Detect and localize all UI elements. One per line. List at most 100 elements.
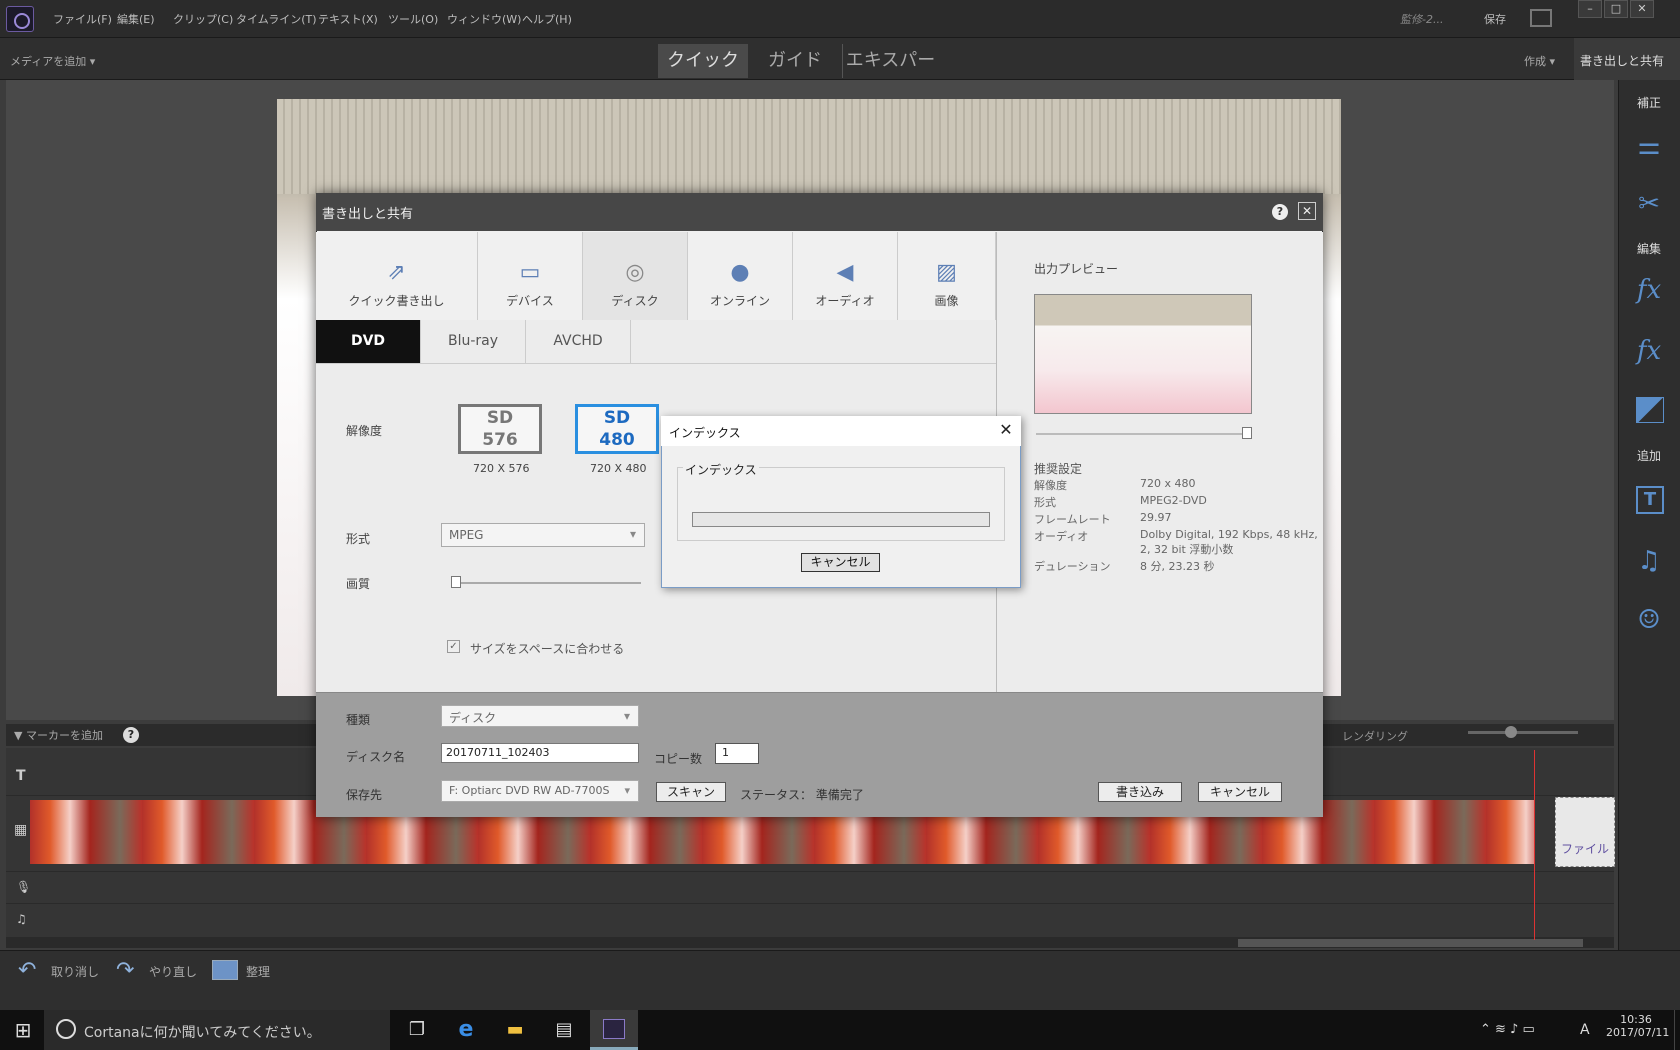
undo-icon[interactable]: ↶ <box>18 958 36 983</box>
quality-slider-thumb[interactable] <box>451 576 461 588</box>
ime-indicator[interactable]: A <box>1580 1022 1590 1038</box>
emoji-icon[interactable]: ☺ <box>1632 603 1666 637</box>
organizer-icon[interactable] <box>212 960 238 980</box>
index-cancel-button[interactable]: キャンセル <box>801 553 880 572</box>
maximize-icon[interactable]: □ <box>1604 0 1628 18</box>
title-track-icon: T <box>16 768 26 784</box>
add-media-button[interactable]: メディアを追加 ▾ <box>10 53 95 69</box>
subtab-bluray[interactable]: Blu-ray <box>421 320 526 363</box>
prop-duration-value: 8 分, 23.23 秒 <box>1140 560 1215 573</box>
menu-text[interactable]: テキスト(X) <box>318 11 378 27</box>
format-select[interactable]: MPEG <box>441 523 645 547</box>
sd576-option[interactable]: SD 576 <box>458 404 542 454</box>
fit-size-checkbox[interactable]: ✓ <box>447 640 460 653</box>
type-select[interactable]: ディスク <box>441 705 639 727</box>
prop-framerate-key: フレームレート <box>1034 513 1111 526</box>
save-menu[interactable]: 保存 <box>1484 11 1506 27</box>
resolution-label: 解像度 <box>346 424 383 438</box>
type-label: 種類 <box>346 713 371 727</box>
app-logo[interactable] <box>6 6 34 32</box>
menu-timeline[interactable]: タイムライン(T) <box>236 11 317 27</box>
file-explorer-icon[interactable]: ▬ <box>502 1018 528 1042</box>
tab-device-label: デバイス <box>506 294 554 308</box>
minimize-icon[interactable]: – <box>1578 0 1602 18</box>
tab-quick[interactable]: クイック <box>658 44 748 78</box>
tab-audio[interactable]: ◀ オーディオ <box>793 232 898 320</box>
adjust-label: 補正 <box>1636 96 1661 110</box>
undo-button[interactable]: 取り消し <box>51 963 99 980</box>
speaker-icon: ◀ <box>836 260 854 285</box>
menu-window[interactable]: ウィンドウ(W) <box>447 11 521 27</box>
tab-device[interactable]: ▭ デバイス <box>478 232 583 320</box>
export-share-button[interactable]: 書き出しと共有 <box>1574 38 1680 80</box>
fx-edit-icon[interactable]: fx <box>1632 273 1666 307</box>
dialog-help-icon[interactable]: ? <box>1272 204 1288 220</box>
fx-icon[interactable]: fx <box>1632 334 1666 368</box>
disc-name-label: ディスク名 <box>346 750 406 764</box>
output-preview-thumbnail <box>1034 294 1252 414</box>
cortana-icon <box>56 1019 76 1039</box>
tools-icon[interactable]: ✂ <box>1632 187 1666 221</box>
timeline-scrollbar[interactable] <box>6 938 1614 948</box>
index-progress-bar <box>692 512 990 527</box>
music-icon[interactable]: ♫ <box>1632 544 1666 578</box>
task-view-icon[interactable]: ❐ <box>404 1018 430 1042</box>
tab-quick-export-label: クイック書き出し <box>348 294 445 308</box>
clock-date: 2017/07/11 <box>1606 1026 1670 1039</box>
write-button[interactable]: 書き込み <box>1098 782 1182 802</box>
rendering-button[interactable]: レンダリング <box>1342 728 1408 744</box>
quality-label: 画質 <box>346 577 371 591</box>
windows-start-icon[interactable]: ⊞ <box>10 1018 36 1042</box>
store-icon[interactable]: ▤ <box>551 1018 577 1042</box>
index-groupbox <box>677 467 1005 541</box>
quality-slider[interactable] <box>451 576 641 588</box>
subtab-avchd[interactable]: AVCHD <box>526 320 631 363</box>
menu-clip[interactable]: クリップ(C) <box>173 11 233 27</box>
menu-edit[interactable]: 編集(E) <box>117 11 155 27</box>
cortana-search-text: Cortanaに何か聞いてみてください。 <box>84 1025 321 1041</box>
close-icon[interactable]: ✕ <box>1630 0 1654 18</box>
dialog-cancel-button[interactable]: キャンセル <box>1198 782 1282 802</box>
dialog-close-icon[interactable]: ✕ <box>1298 202 1316 220</box>
add-marker-button[interactable]: ▼ マーカーを追加 <box>14 727 103 743</box>
title-text-icon[interactable]: T <box>1636 486 1664 514</box>
clock[interactable]: 10:36 2017/07/11 <box>1606 1013 1670 1039</box>
redo-icon[interactable]: ↷ <box>116 958 134 983</box>
tab-guide[interactable]: ガイド <box>760 44 830 78</box>
transition-icon[interactable] <box>1636 397 1664 423</box>
premiere-elements-taskbar-button[interactable] <box>590 1010 638 1050</box>
quick-export-icon: ⇗ <box>387 260 406 285</box>
menu-help[interactable]: ヘルプ(H) <box>522 11 572 27</box>
sd576-caption: 720 X 576 <box>473 462 530 475</box>
index-close-icon[interactable]: ✕ <box>996 420 1016 440</box>
copies-input[interactable]: 1 <box>715 743 759 764</box>
drop-file-placeholder[interactable]: ファイル <box>1555 797 1615 867</box>
organize-button[interactable]: 整理 <box>246 963 270 980</box>
save-to-select[interactable]: F: Optiarc DVD RW AD-7700S <box>441 780 639 802</box>
create-button[interactable]: 作成 ▾ <box>1524 53 1555 69</box>
preview-scrubber-thumb[interactable] <box>1242 427 1252 439</box>
mic-icon: 🎙 <box>16 880 32 894</box>
playhead[interactable] <box>1534 750 1535 940</box>
tray-icons[interactable]: ⌃ ≋ ♪ ▭ <box>1480 1022 1535 1037</box>
adjust-sliders-icon[interactable]: ⚌ <box>1632 129 1666 163</box>
copies-label: コピー数 <box>654 752 703 766</box>
menu-tools[interactable]: ツール(O) <box>388 11 438 27</box>
sd480-option[interactable]: SD 480 <box>575 404 659 454</box>
tab-online[interactable]: ● オンライン <box>688 232 793 320</box>
zoom-slider[interactable] <box>1468 726 1578 738</box>
scan-button[interactable]: スキャン <box>656 782 726 802</box>
subtab-dvd[interactable]: DVD <box>316 320 421 363</box>
disc-name-input[interactable]: 20170711_102403 <box>441 743 639 763</box>
menu-file[interactable]: ファイル(F) <box>53 11 112 27</box>
preview-scrubber[interactable] <box>1036 427 1252 439</box>
fullscreen-icon[interactable] <box>1530 9 1552 27</box>
edge-icon[interactable]: e <box>453 1018 479 1042</box>
tab-quick-export[interactable]: ⇗ クイック書き出し <box>316 232 478 320</box>
show-desktop-button[interactable] <box>1674 1010 1680 1050</box>
redo-button[interactable]: やり直し <box>149 963 197 980</box>
tab-disc[interactable]: ◎ ディスク <box>583 232 688 320</box>
tab-expert[interactable]: エキスパート <box>842 44 938 105</box>
tab-image[interactable]: ▨ 画像 <box>898 232 996 320</box>
timeline-help-icon[interactable]: ? <box>123 727 139 743</box>
